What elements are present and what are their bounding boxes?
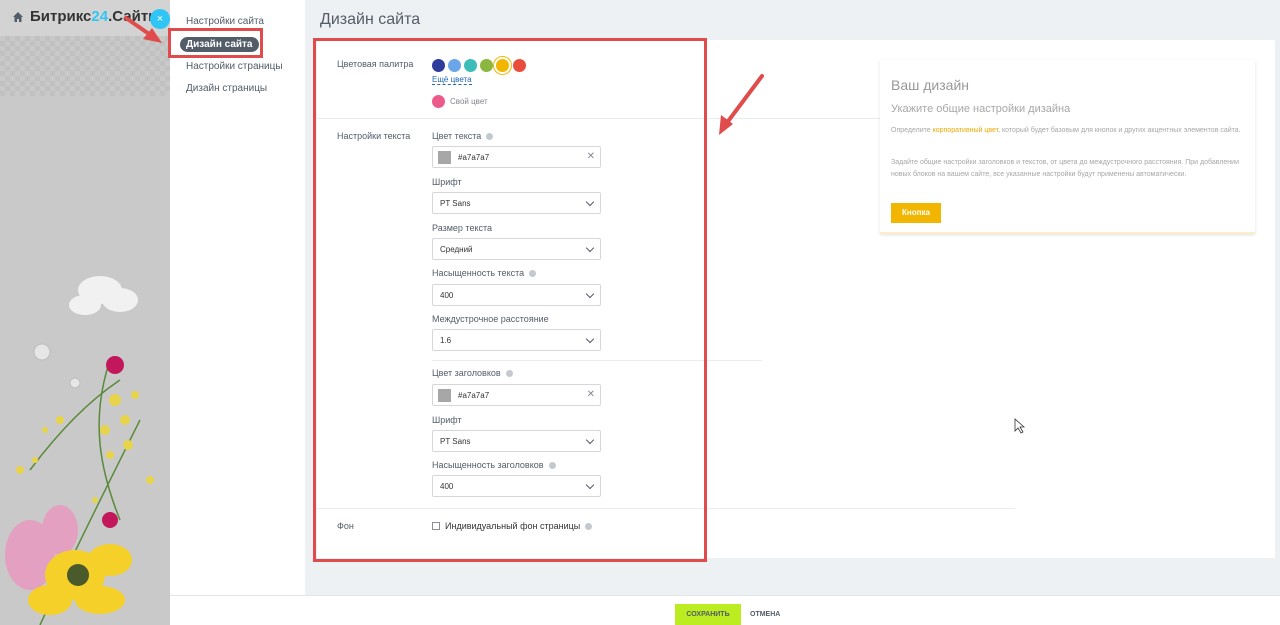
footer-bar: СОХРАНИТЬ ОТМЕНА xyxy=(170,595,1280,625)
nav-page-design[interactable]: Дизайн страницы xyxy=(186,83,267,94)
settings-nav: Настройки сайта Дизайн сайта Настройки с… xyxy=(170,0,305,595)
design-preview-card: Ваш дизайн Укажите общие настройки дизай… xyxy=(880,60,1255,234)
save-button[interactable]: СОХРАНИТЬ xyxy=(675,604,741,625)
preview-button[interactable]: Кнопка xyxy=(891,203,941,223)
close-slider-button[interactable]: × xyxy=(150,9,170,29)
site-logo[interactable]: Битрикс24.Сайты xyxy=(30,8,161,25)
background-preview xyxy=(0,0,172,625)
nav-site-settings[interactable]: Настройки сайта xyxy=(186,16,264,27)
preview-subtitle: Укажите общие настройки дизайна xyxy=(891,103,1071,115)
annotation-highlight-nav xyxy=(168,28,263,58)
nav-page-settings[interactable]: Настройки страницы xyxy=(186,61,283,72)
preview-title: Ваш дизайн xyxy=(891,77,969,93)
cancel-button[interactable]: ОТМЕНА xyxy=(750,604,780,625)
preview-paragraph: Определите корпоративный цвет, который б… xyxy=(891,127,1241,134)
preview-paragraph: Задайте общие настройки заголовков и тек… xyxy=(891,159,1239,178)
annotation-highlight-form xyxy=(313,38,707,562)
flowers-image xyxy=(5,276,154,625)
site-header: Битрикс24.Сайты xyxy=(0,0,172,36)
page-title: Дизайн сайта xyxy=(320,11,421,28)
home-icon[interactable] xyxy=(12,11,24,23)
